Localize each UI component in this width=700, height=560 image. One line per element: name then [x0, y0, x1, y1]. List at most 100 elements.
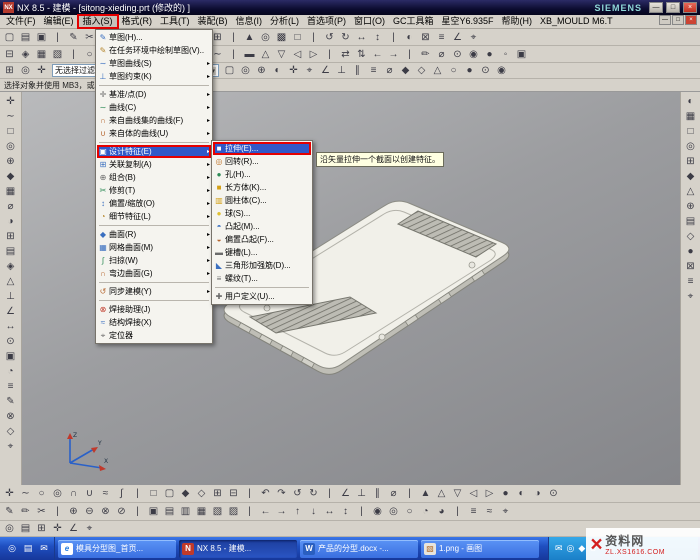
toolbar-icon[interactable]: ◈: [2, 259, 20, 273]
toolbar-icon[interactable]: ▢: [2, 30, 17, 45]
toolbar-icon[interactable]: □: [290, 30, 305, 45]
menu-item[interactable]: ≈ 结构焊接(X): [97, 316, 211, 329]
menu-item[interactable]: [99, 298, 209, 301]
toolbar-icon[interactable]: ≡: [366, 63, 381, 78]
toolbar-icon[interactable]: ⊙: [2, 334, 20, 348]
menu-item[interactable]: ↕ 偏置/缩放(O) ▸: [97, 197, 211, 210]
toolbar-icon[interactable]: △: [430, 63, 445, 78]
submenu-item[interactable]: ◒ 偏置凸起(F)...: [213, 233, 311, 246]
toolbar-icon[interactable]: ◎: [238, 63, 253, 78]
toolbar-icon[interactable]: ⊠: [418, 30, 433, 45]
menu-item[interactable]: [99, 223, 209, 226]
toolbar-icon[interactable]: ⊕: [682, 199, 700, 213]
view-triad[interactable]: Z X Y: [58, 427, 114, 472]
toolbar-icon[interactable]: ▢: [162, 486, 177, 501]
toolbar-icon[interactable]: ↓: [306, 504, 321, 519]
toolbar-icon[interactable]: ∼: [18, 486, 33, 501]
taskbar-task[interactable]: W 产品的分型.docx -...: [300, 540, 418, 558]
toolbar-icon[interactable]: ⊥: [354, 486, 369, 501]
toolbar-icon[interactable]: ↻: [306, 486, 321, 501]
menubar-item[interactable]: 帮助(H): [498, 15, 537, 28]
toolbar-icon[interactable]: ⊙: [546, 486, 561, 501]
taskbar-task[interactable]: ▧ 1.png - 画图: [421, 540, 539, 558]
toolbar-icon[interactable]: |: [306, 30, 321, 45]
toolbar-icon[interactable]: ⌀: [2, 199, 20, 213]
toolbar-icon[interactable]: ≡: [434, 30, 449, 45]
toolbar-icon[interactable]: ∠: [338, 486, 353, 501]
toolbar-icon[interactable]: ▲: [418, 486, 433, 501]
toolbar-icon[interactable]: ⇅: [354, 47, 369, 62]
toolbar-icon[interactable]: △: [2, 274, 20, 288]
toolbar-icon[interactable]: ≡: [466, 504, 481, 519]
toolbar-icon[interactable]: |: [130, 504, 145, 519]
submenu-item[interactable]: [215, 285, 309, 288]
toolbar-icon[interactable]: ✎: [2, 394, 20, 408]
toolbar-icon[interactable]: ✎: [66, 30, 81, 45]
toolbar-icon[interactable]: △: [258, 47, 273, 62]
toolbar-icon[interactable]: ∠: [66, 521, 81, 536]
toolbar-icon[interactable]: |: [322, 486, 337, 501]
toolbar-icon[interactable]: ↻: [338, 30, 353, 45]
maximize-button[interactable]: □: [666, 2, 680, 13]
toolbar-icon[interactable]: |: [322, 47, 337, 62]
toolbar-icon[interactable]: →: [386, 47, 401, 62]
toolbar-icon[interactable]: ▧: [210, 504, 225, 519]
toolbar-icon[interactable]: ◉: [494, 63, 509, 78]
toolbar-icon[interactable]: ≡: [682, 274, 700, 288]
toolbar-icon[interactable]: |: [66, 47, 81, 62]
toolbar-icon[interactable]: ⊕: [66, 504, 81, 519]
toolbar-icon[interactable]: |: [402, 486, 417, 501]
toolbar-icon[interactable]: ⊘: [114, 504, 129, 519]
toolbar-icon[interactable]: ↔: [2, 319, 20, 333]
toolbar-icon[interactable]: ↕: [338, 504, 353, 519]
submenu-item[interactable]: ● 球(S)...: [213, 207, 311, 220]
toolbar-icon[interactable]: ●: [462, 63, 477, 78]
toolbar-icon[interactable]: ◉: [466, 47, 481, 62]
toolbar-icon[interactable]: ⊖: [82, 504, 97, 519]
submenu-item[interactable]: ■ 拉伸(E)...: [213, 142, 311, 155]
toolbar-icon[interactable]: ○: [402, 504, 417, 519]
toolbar-icon[interactable]: ✏: [418, 47, 433, 62]
toolbar-icon[interactable]: |: [242, 486, 257, 501]
toolbar-icon[interactable]: □: [146, 486, 161, 501]
toolbar-icon[interactable]: ⌖: [2, 439, 20, 453]
menu-item[interactable]: ∩ 弯边曲面(G) ▸: [97, 267, 211, 280]
toolbar-icon[interactable]: ⊗: [98, 504, 113, 519]
menu-item[interactable]: ∫ 扫掠(W) ▸: [97, 254, 211, 267]
toolbar-icon[interactable]: ◎: [682, 139, 700, 153]
toolbar-icon[interactable]: ◁: [466, 486, 481, 501]
toolbar-icon[interactable]: ◐: [402, 30, 417, 45]
toolbar-icon[interactable]: ◎: [2, 521, 17, 536]
toolbar-icon[interactable]: ▽: [450, 486, 465, 501]
toolbar-icon[interactable]: |: [50, 504, 65, 519]
toolbar-icon[interactable]: |: [402, 47, 417, 62]
toolbar-icon[interactable]: ⊕: [254, 63, 269, 78]
toolbar-icon[interactable]: ◆: [2, 169, 20, 183]
toolbar-icon[interactable]: ✛: [34, 63, 49, 78]
toolbar-icon[interactable]: □: [2, 124, 20, 138]
toolbar-icon[interactable]: ◆: [398, 63, 413, 78]
minimize-button[interactable]: —: [649, 2, 663, 13]
toolbar-icon[interactable]: ▤: [2, 244, 20, 258]
toolbar-icon[interactable]: ▤: [18, 30, 33, 45]
toolbar-icon[interactable]: ∩: [66, 486, 81, 501]
toolbar-icon[interactable]: ∠: [450, 30, 465, 45]
menu-item[interactable]: ⊕ 组合(B) ▸: [97, 171, 211, 184]
toolbar-icon[interactable]: |: [226, 30, 241, 45]
toolbar-icon[interactable]: |: [450, 504, 465, 519]
toolbar-icon[interactable]: ▥: [178, 504, 193, 519]
menu-item[interactable]: ✛ 基准/点(D) ▸: [97, 88, 211, 101]
submenu-item[interactable]: ≡ 螺纹(T)...: [213, 272, 311, 285]
menubar-item[interactable]: 工具(T): [156, 15, 194, 28]
toolbar-icon[interactable]: ●: [482, 47, 497, 62]
toolbar-icon[interactable]: ∪: [82, 486, 97, 501]
toolbar-icon[interactable]: ◉: [370, 504, 385, 519]
toolbar-icon[interactable]: ∥: [370, 486, 385, 501]
toolbar-icon[interactable]: ◎: [2, 139, 20, 153]
toolbar-icon[interactable]: ⇄: [338, 47, 353, 62]
toolbar-icon[interactable]: ✛: [50, 521, 65, 536]
submenu-item[interactable]: ■ 长方体(K)...: [213, 181, 311, 194]
toolbar-icon[interactable]: ⊞: [34, 521, 49, 536]
menu-item[interactable]: [99, 280, 209, 283]
toolbar-icon[interactable]: ↔: [354, 30, 369, 45]
